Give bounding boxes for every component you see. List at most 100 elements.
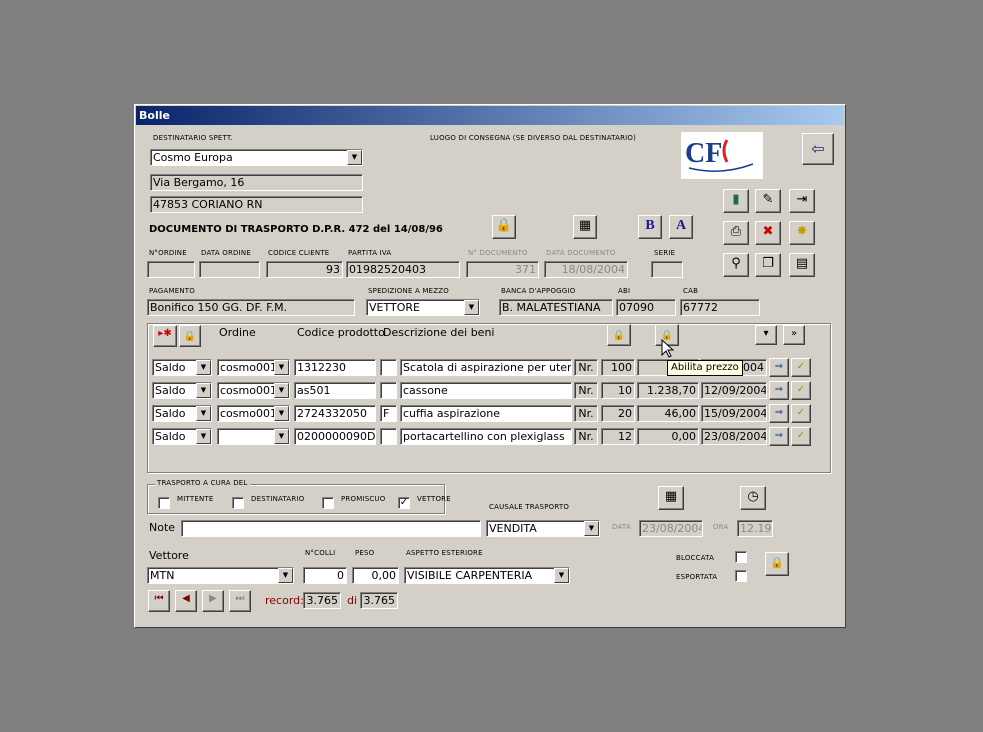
first-record-button[interactable]: ⏮ [148,590,170,612]
row-detail-button[interactable]: ⇒ [769,427,789,446]
note-field[interactable] [181,520,481,537]
row-descrizione[interactable]: cuffia aspirazione [400,405,572,422]
data-ordine-field[interactable] [199,261,260,278]
font-a-button[interactable]: A [669,215,693,239]
row-detail-button[interactable]: ⇒ [769,404,789,423]
row-descrizione[interactable]: cassone [400,382,572,399]
prev-record-button[interactable]: ◀ [175,590,197,612]
chevron-down-icon[interactable]: ▼ [278,568,293,583]
codice-cliente-field[interactable]: 93 [266,261,343,278]
spedizione-combo[interactable]: VETTORE ▼ [366,299,480,316]
delete-button[interactable]: ✖ [755,221,781,245]
chevron-down-icon[interactable]: ▼ [196,406,211,421]
lock-status-button[interactable]: 🔒 [765,552,789,576]
row-detail-button[interactable]: ⇒ [769,358,789,377]
destinatario-checkbox[interactable] [232,497,244,509]
row-flag[interactable] [380,428,397,445]
row-detail-button[interactable]: ⇒ [769,381,789,400]
chevron-down-icon[interactable]: ▼ [196,360,211,375]
row-prezzo[interactable]: 1.238,70 [637,382,699,399]
row-data[interactable]: 15/09/2004 [701,405,767,422]
row-action-button[interactable]: ✓ [791,381,811,400]
row-descrizione[interactable]: portacartellino con plexiglass [400,428,572,445]
row-tipo-combo[interactable]: Saldo ▼ [152,405,212,422]
city-field[interactable]: 47853 CORIANO RN [150,196,363,213]
banca-field[interactable]: B. MALATESTIANA [499,299,613,316]
row-tipo-combo[interactable]: Saldo ▼ [152,382,212,399]
row-codice[interactable]: 1312230 [294,359,376,376]
row-codice[interactable]: 0200000090D [294,428,376,445]
serie-field[interactable] [651,261,683,278]
row-data[interactable]: 23/08/2004 [701,428,767,445]
next-record-button[interactable]: ▶ [202,590,224,612]
lock-row-button[interactable]: 🔒 [179,325,201,347]
row-action-button[interactable]: ✓ [791,404,811,423]
pagamento-field[interactable]: Bonifico 150 GG. DF. F.M. [147,299,355,316]
chevron-down-icon[interactable]: ▼ [274,383,289,398]
chevron-down-icon[interactable]: ▼ [274,429,289,444]
clock-button[interactable]: ◷ [740,486,766,510]
row-um[interactable]: Nr. [574,359,598,376]
abi-field[interactable]: 07090 [616,299,676,316]
row-cliente-combo[interactable]: cosmo001 ▼ [217,405,290,422]
chevron-down-icon[interactable]: ▼ [347,150,362,165]
row-cliente-combo[interactable]: ▼ [217,428,290,445]
mittente-checkbox[interactable] [158,497,170,509]
row-flag[interactable] [380,359,397,376]
add-row-button[interactable]: ▸✱ [153,325,177,347]
chevron-down-icon[interactable]: ▼ [274,360,289,375]
destinatario-combo[interactable]: Cosmo Europa ▼ [150,149,363,166]
cab-field[interactable]: 67772 [680,299,760,316]
vettore-combo[interactable]: MTN ▼ [147,567,294,584]
print-button[interactable]: ⎙ [723,221,749,245]
row-codice[interactable]: 2724332050 [294,405,376,422]
row-cliente-combo[interactable]: cosmo001 ▼ [217,359,290,376]
chevron-down-icon[interactable]: ▼ [464,300,479,315]
row-flag[interactable] [380,382,397,399]
chevron-down-icon[interactable]: ▼ [274,406,289,421]
view-button[interactable]: ▤ [789,253,815,277]
promiscuo-checkbox[interactable] [322,497,334,509]
ncolli-field[interactable]: 0 [303,567,347,584]
row-data[interactable]: 12/09/2004 [701,382,767,399]
scroll-down-button[interactable]: ▾ [755,325,777,345]
edit-button[interactable]: ✎ [755,189,781,213]
chevron-down-icon[interactable]: ▼ [554,568,569,583]
book-button[interactable]: ▮ [723,189,749,213]
row-qta[interactable]: 20 [601,405,635,422]
row-um[interactable]: Nr. [574,405,598,422]
vettore-checkbox[interactable]: ✓ [398,497,410,509]
n-ordine-field[interactable] [147,261,195,278]
row-descrizione[interactable]: Scatola di aspirazione per utensile c [400,359,572,376]
chevron-down-icon[interactable]: ▼ [584,521,599,536]
partita-iva-field[interactable]: 01982520403 [346,261,460,278]
lock-description-button[interactable]: 🔒 [607,324,631,346]
row-qta[interactable]: 100 [601,359,635,376]
last-record-button[interactable]: ⏭ [229,590,251,612]
calendar-button[interactable]: ▦ [573,215,597,239]
row-um[interactable]: Nr. [574,382,598,399]
bold-button[interactable]: B [638,215,662,239]
row-prezzo[interactable]: 46,00 [637,405,699,422]
search-button[interactable]: ⚲ [723,253,749,277]
row-qta[interactable]: 12 [601,428,635,445]
esportata-checkbox[interactable] [735,570,747,582]
new-button[interactable]: ✸ [789,221,815,245]
chevron-down-icon[interactable]: ▼ [196,429,211,444]
causale-combo[interactable]: VENDITA ▼ [486,520,600,537]
row-tipo-combo[interactable]: Saldo ▼ [152,428,212,445]
copy-button[interactable]: ❐ [755,253,781,277]
exit-button[interactable]: ⇦ [802,133,834,165]
scroll-end-button[interactable]: » [783,325,805,345]
aspetto-combo[interactable]: VISIBILE CARPENTERIA ▼ [404,567,570,584]
row-qta[interactable]: 10 [601,382,635,399]
row-action-button[interactable]: ✓ [791,427,811,446]
row-um[interactable]: Nr. [574,428,598,445]
lock-doc-button[interactable]: 🔒 [492,215,516,239]
chevron-down-icon[interactable]: ▼ [196,383,211,398]
row-codice[interactable]: as501 [294,382,376,399]
bloccata-checkbox[interactable] [735,551,747,563]
row-flag[interactable]: F [380,405,397,422]
peso-field[interactable]: 0,00 [352,567,399,584]
row-action-button[interactable]: ✓ [791,358,811,377]
